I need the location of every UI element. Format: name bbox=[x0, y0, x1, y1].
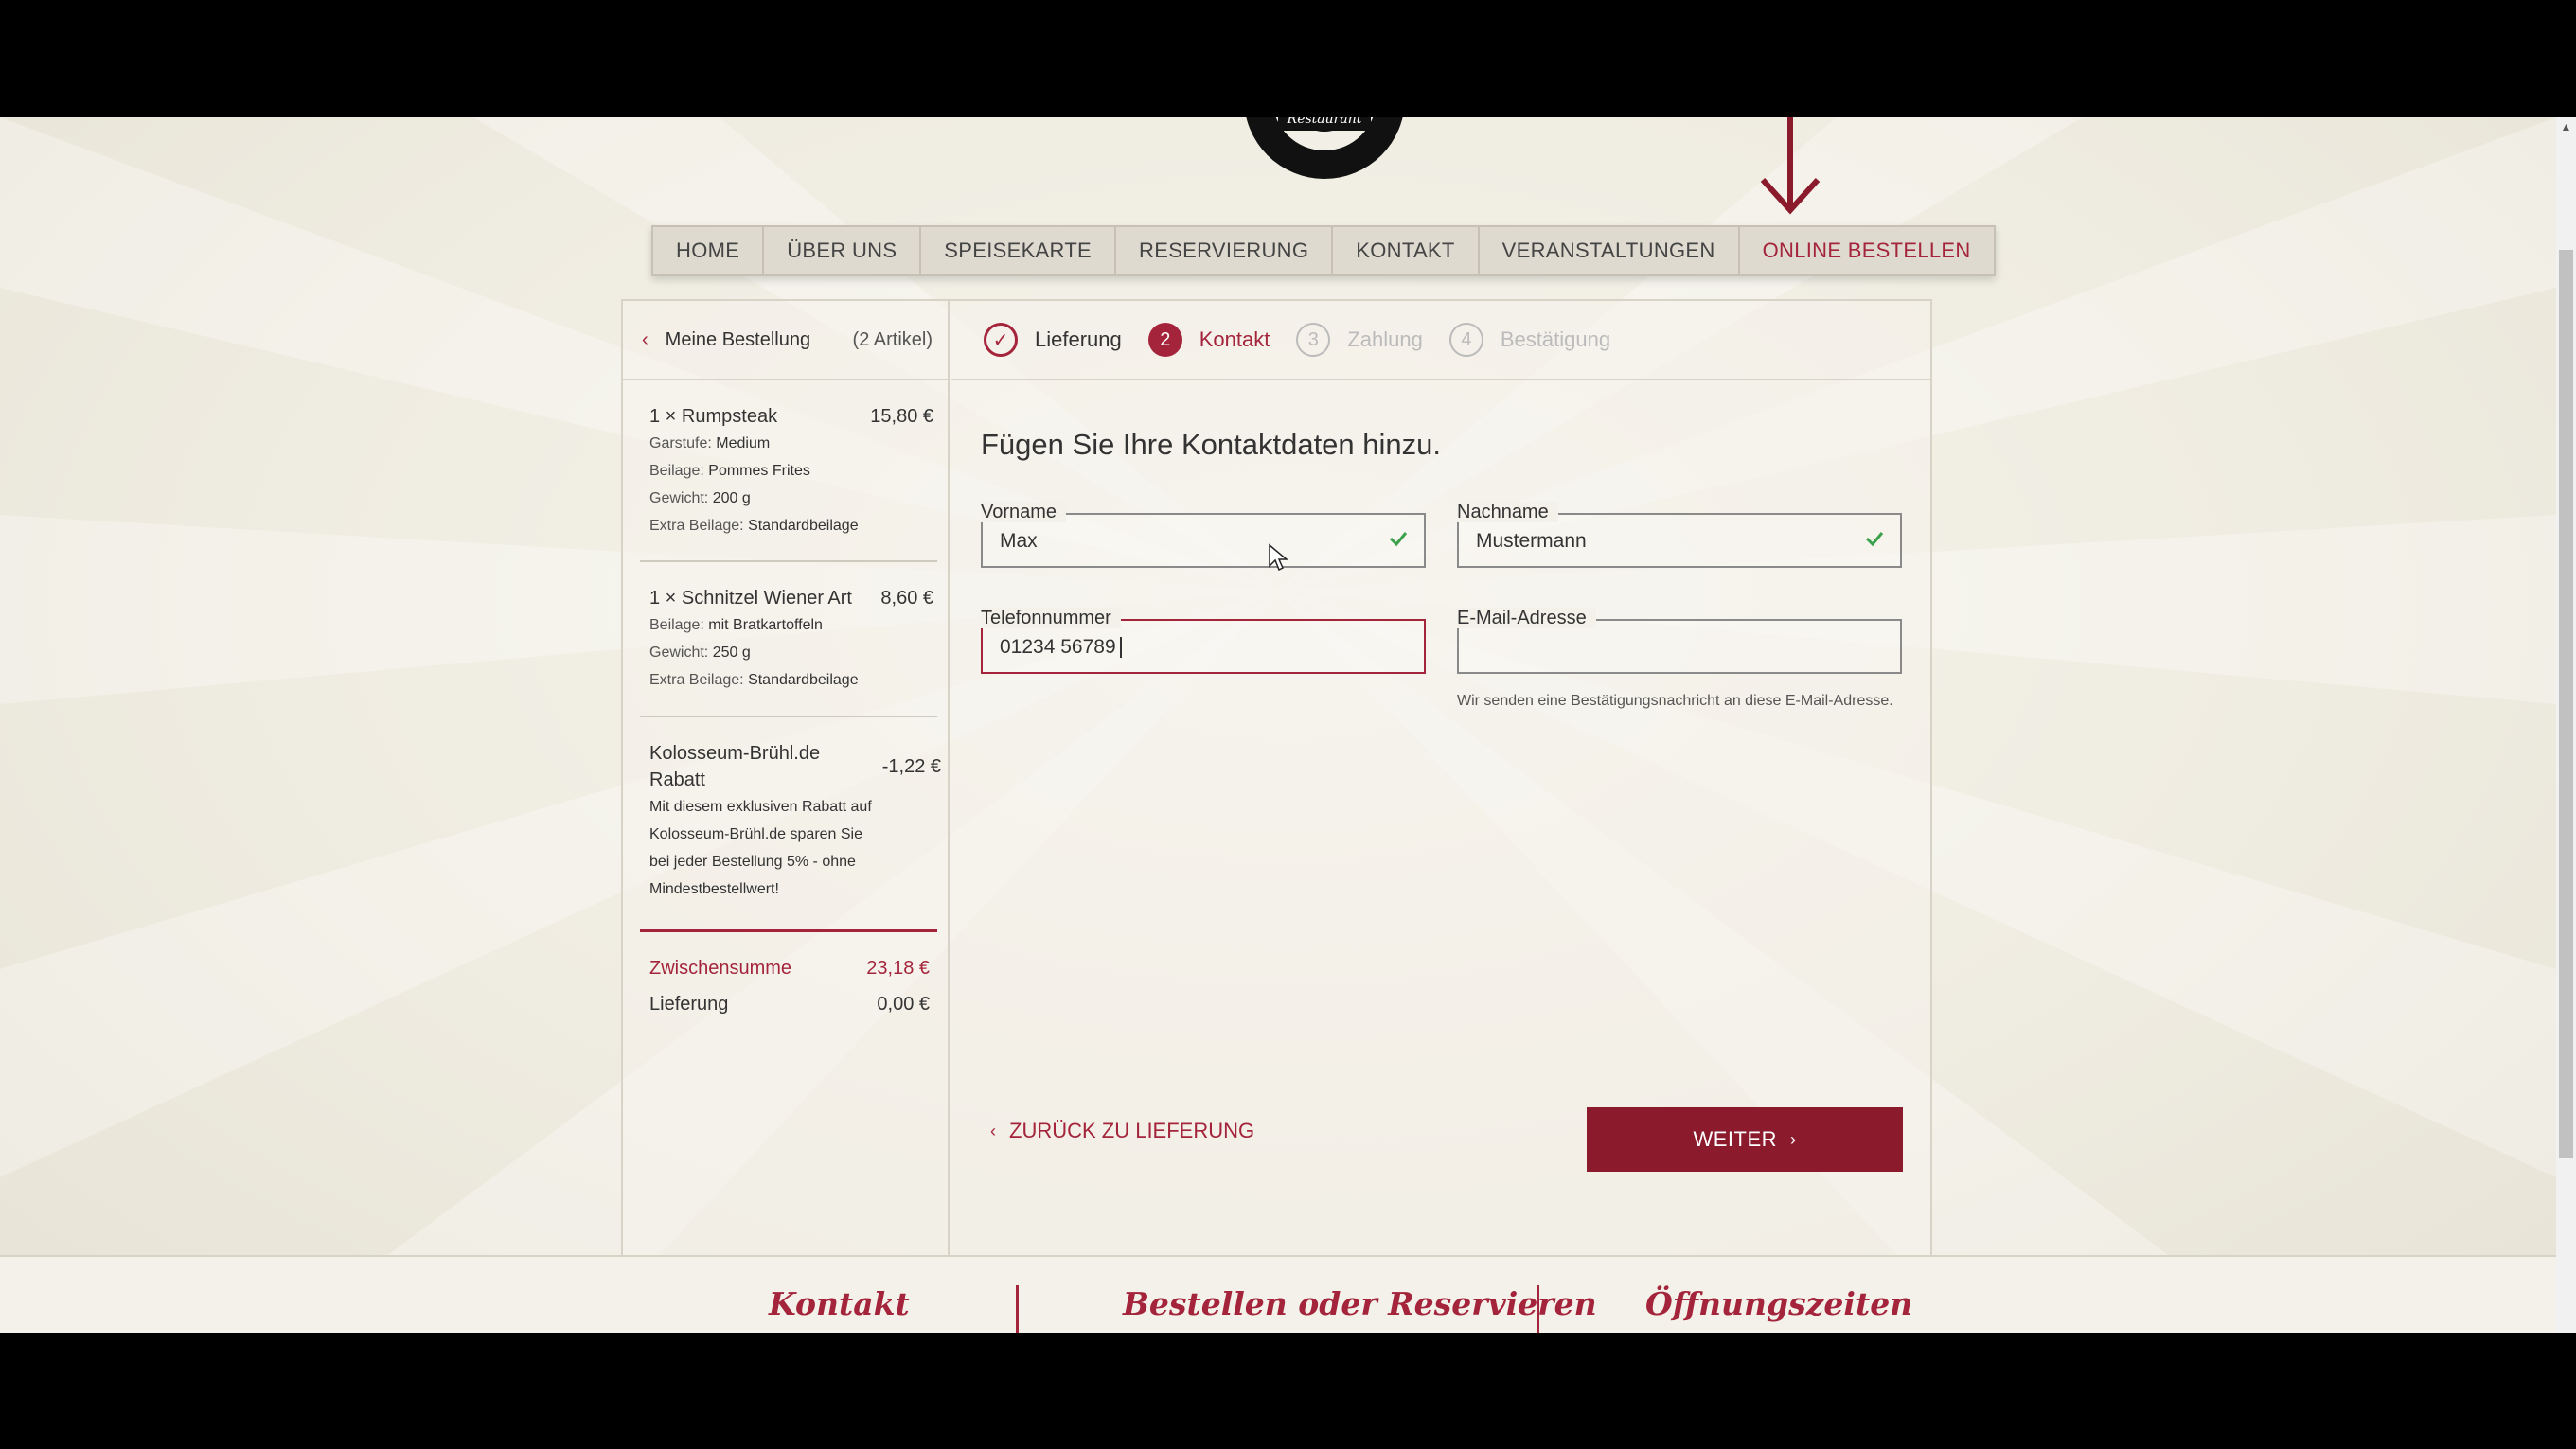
cart-item: 1 × Schnitzel Wiener Art 8,60 € Beilage:… bbox=[649, 585, 933, 694]
discount-name: Kolosseum-Brühl.de bbox=[649, 743, 821, 764]
footer-kontakt[interactable]: Kontakt bbox=[769, 1285, 910, 1322]
discount-desc: Kolosseum-Brühl.de sparen Sie bbox=[649, 826, 863, 842]
footer-divider bbox=[1537, 1285, 1539, 1333]
step-number: 2 bbox=[1147, 323, 1182, 357]
item-detail: Garstufe: Medium bbox=[649, 435, 771, 451]
phone-label: Telefonnummer bbox=[981, 608, 1121, 628]
last-name-value: Mustermann bbox=[1476, 530, 1587, 552]
phone-field[interactable]: Telefonnummer 01234 56789 bbox=[981, 608, 1426, 674]
cart-header[interactable]: ‹ Meine Bestellung (2 Artikel) bbox=[623, 301, 948, 380]
nav-reservierung[interactable]: RESERVIERUNG bbox=[1116, 227, 1334, 274]
cart-sidebar: ‹ Meine Bestellung (2 Artikel) 1 × Rumps… bbox=[623, 301, 950, 1333]
discount-item: Kolosseum-Brühl.de Rabatt -1,22 € Mit di… bbox=[649, 740, 941, 903]
nav-ueber-uns[interactable]: ÜBER UNS bbox=[764, 227, 922, 274]
discount-price: -1,22 € bbox=[881, 756, 941, 777]
first-name-field[interactable]: Vorname Max bbox=[981, 502, 1426, 568]
footer-oeffnungszeiten[interactable]: Öffnungszeiten bbox=[1645, 1285, 1912, 1322]
discount-name-2: Rabatt bbox=[649, 769, 705, 790]
chevron-left-icon: ‹ bbox=[642, 328, 648, 350]
email-field[interactable]: E-Mail-Adresse bbox=[1457, 608, 1902, 674]
arrow-down-icon bbox=[1760, 117, 1821, 215]
checkout-steps: ✓ Lieferung 2 Kontakt 3 Zahlung 4 Bestät… bbox=[951, 301, 1932, 380]
mouse-cursor-icon bbox=[1269, 543, 1288, 572]
page-viewport: Restaurant HOME ÜBER UNS SPEISEKARTE RES… bbox=[0, 117, 2576, 1333]
next-label: WEITER bbox=[1693, 1127, 1778, 1151]
item-price: 15,80 € bbox=[870, 406, 933, 427]
nav-speisekarte[interactable]: SPEISEKARTE bbox=[921, 227, 1117, 274]
step-kontakt: 2 Kontakt bbox=[1147, 323, 1270, 357]
item-detail: Beilage: Pommes Frites bbox=[649, 463, 810, 479]
subtotal-value: 23,18 € bbox=[866, 958, 930, 979]
item-detail: Gewicht: 200 g bbox=[649, 490, 751, 506]
footer-divider bbox=[1016, 1285, 1019, 1333]
page-scrollbar[interactable]: ▲ bbox=[2556, 117, 2576, 1333]
main-nav: HOME ÜBER UNS SPEISEKARTE RESERVIERUNG K… bbox=[651, 225, 1996, 276]
scroll-thumb[interactable] bbox=[2559, 250, 2573, 1158]
step-label: Kontakt bbox=[1199, 327, 1270, 351]
divider bbox=[640, 560, 937, 562]
divider bbox=[640, 716, 937, 717]
footer: Kontakt Bestellen oder Reservieren Öffnu… bbox=[0, 1255, 2556, 1333]
item-detail: Extra Beilage: Standardbeilage bbox=[649, 672, 859, 688]
last-name-field[interactable]: Nachname Mustermann bbox=[1457, 502, 1902, 568]
item-detail: Beilage: mit Bratkartoffeln bbox=[649, 617, 823, 633]
delivery-value: 0,00 € bbox=[877, 994, 930, 1015]
subtotal-row: Zwischensumme 23,18 € bbox=[649, 958, 930, 980]
form-title: Fügen Sie Ihre Kontaktdaten hinzu. bbox=[981, 428, 1441, 461]
nav-home[interactable]: HOME bbox=[653, 227, 765, 274]
email-label: E-Mail-Adresse bbox=[1457, 608, 1596, 628]
email-hint: Wir senden eine Bestätigungsnachricht an… bbox=[1457, 693, 1893, 709]
chevron-left-icon: ‹ bbox=[990, 1121, 996, 1140]
cart-count: (2 Artikel) bbox=[852, 328, 933, 350]
subtotal-divider bbox=[640, 929, 937, 932]
first-name-value: Max bbox=[1000, 530, 1038, 552]
last-name-label: Nachname bbox=[1457, 502, 1558, 522]
scroll-up-icon[interactable]: ▲ bbox=[2556, 117, 2576, 136]
first-name-label: Vorname bbox=[981, 502, 1067, 522]
delivery-label: Lieferung bbox=[649, 994, 729, 1015]
step-bestaetigung: 4 Bestätigung bbox=[1448, 323, 1611, 357]
step-label: Bestätigung bbox=[1500, 327, 1611, 351]
cart-item: 1 × Rumpsteak 15,80 € Garstufe: Medium B… bbox=[649, 403, 933, 539]
subtotal-label: Zwischensumme bbox=[649, 958, 792, 979]
item-detail: Extra Beilage: Standardbeilage bbox=[649, 518, 859, 534]
delivery-row: Lieferung 0,00 € bbox=[649, 994, 930, 1016]
check-icon bbox=[1389, 532, 1408, 547]
step-number: 4 bbox=[1448, 323, 1483, 357]
step-zahlung: 3 Zahlung bbox=[1296, 323, 1423, 357]
item-name: 1 × Schnitzel Wiener Art bbox=[649, 588, 852, 609]
discount-desc: Mindestbestellwert! bbox=[649, 881, 779, 897]
chevron-right-icon: › bbox=[1790, 1129, 1797, 1149]
restaurant-logo: Restaurant bbox=[1246, 117, 1403, 179]
step-lieferung[interactable]: ✓ Lieferung bbox=[984, 323, 1122, 357]
back-to-delivery-link[interactable]: ‹ ZURÜCK ZU LIEFERUNG bbox=[990, 1119, 1254, 1143]
item-name: 1 × Rumpsteak bbox=[649, 406, 778, 427]
item-detail: Gewicht: 250 g bbox=[649, 645, 751, 661]
check-icon bbox=[1865, 532, 1884, 547]
phone-value: 01234 56789 bbox=[1000, 636, 1122, 659]
letterbox-top bbox=[0, 0, 2576, 117]
letterbox-bottom bbox=[0, 1333, 2576, 1449]
step-label: Zahlung bbox=[1347, 327, 1423, 351]
back-label: ZURÜCK ZU LIEFERUNG bbox=[1009, 1119, 1255, 1142]
step-label: Lieferung bbox=[1035, 327, 1122, 351]
nav-kontakt[interactable]: KONTAKT bbox=[1333, 227, 1480, 274]
discount-desc: Mit diesem exklusiven Rabatt auf bbox=[649, 799, 872, 815]
discount-desc: bei jeder Bestellung 5% - ohne bbox=[649, 854, 856, 870]
footer-bestellen[interactable]: Bestellen oder Reservieren bbox=[1123, 1285, 1597, 1322]
nav-veranstaltungen[interactable]: VERANSTALTUNGEN bbox=[1480, 227, 1740, 274]
logo-text: Restaurant bbox=[1287, 117, 1362, 127]
cart-title: Meine Bestellung bbox=[665, 328, 811, 350]
step-number: 3 bbox=[1296, 323, 1331, 357]
check-circle-icon: ✓ bbox=[984, 323, 1018, 357]
next-button[interactable]: WEITER › bbox=[1587, 1107, 1903, 1172]
nav-online-bestellen[interactable]: ONLINE BESTELLEN bbox=[1740, 227, 1994, 274]
item-price: 8,60 € bbox=[880, 588, 933, 609]
